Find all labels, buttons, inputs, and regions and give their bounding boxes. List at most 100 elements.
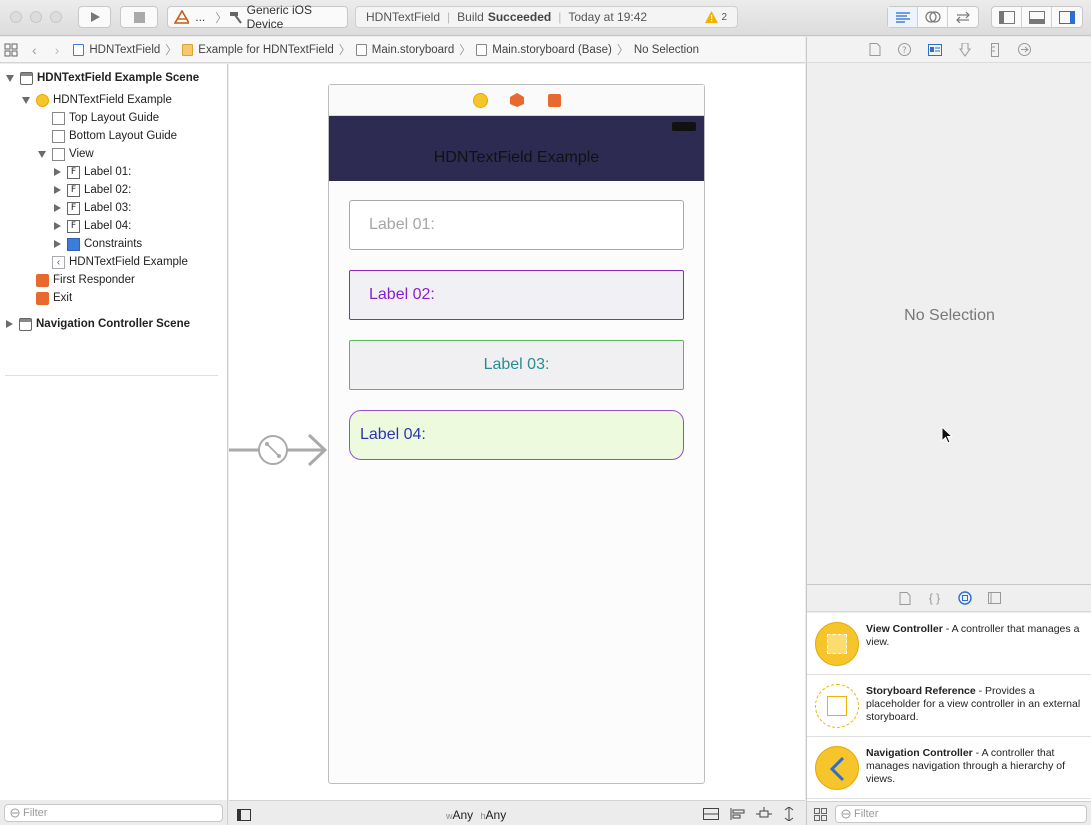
tab-identity-inspector[interactable] [920, 43, 950, 56]
tab-file-templates[interactable] [890, 591, 920, 605]
disclosure-closed-icon[interactable] [54, 222, 61, 230]
text-field-label-04[interactable]: Label 04: [349, 410, 684, 460]
outline-item-view[interactable]: View [38, 145, 94, 163]
battery-icon [672, 122, 696, 131]
size-class-selector[interactable]: wAny hAny [446, 808, 506, 822]
tab-size-inspector[interactable] [980, 42, 1010, 57]
breadcrumb-storyboard-base[interactable]: Main.storyboard (Base) [476, 43, 612, 56]
library-item-view-controller[interactable]: View Controller - A controller that mana… [807, 613, 1091, 675]
assistant-editor-button[interactable] [918, 7, 948, 27]
tab-code-snippets[interactable]: { } [920, 591, 950, 605]
tab-media-library[interactable] [980, 592, 1010, 604]
breadcrumb-storyboard[interactable]: Main.storyboard [355, 43, 454, 56]
related-items-icon[interactable] [4, 43, 18, 57]
outline-item-label: Top Layout Guide [69, 112, 160, 124]
scene-icon [20, 71, 33, 85]
stop-button[interactable] [120, 6, 158, 28]
play-icon [90, 12, 100, 22]
library-tab-bar: { } [807, 584, 1091, 612]
pin-icon[interactable] [756, 807, 772, 821]
library-item-storyboard-reference[interactable]: Storyboard Reference - Provides a placeh… [807, 675, 1091, 737]
media-library-icon [988, 592, 1001, 604]
outline-item-first-responder[interactable]: First Responder [36, 271, 135, 289]
outline-item-constraints[interactable]: Constraints [54, 235, 142, 253]
close-window-button[interactable] [10, 11, 22, 23]
view-controller-scene[interactable]: HDNTextField Example Label 01: Label 02:… [328, 84, 705, 784]
outline-item-nav-item[interactable]: ‹ HDNTextField Example [52, 253, 188, 271]
outline-item-bottom-layout-guide[interactable]: Bottom Layout Guide [52, 127, 177, 145]
library-item-text: Navigation Controller - A controller tha… [866, 747, 1084, 786]
exit-icon[interactable] [548, 94, 561, 107]
text-field-label-01[interactable]: Label 01: [349, 200, 684, 250]
outline-item-label-02[interactable]: F Label 02: [54, 181, 131, 199]
breadcrumb-group[interactable]: Example for HDNTextField [182, 43, 334, 56]
version-editor-icon [956, 11, 970, 23]
debug-toggle-button[interactable] [1022, 7, 1052, 27]
outline-item-label-03[interactable]: F Label 03: [54, 199, 131, 217]
outline-item-nav-scene[interactable]: Navigation Controller Scene [6, 315, 190, 333]
library-item-navigation-controller[interactable]: Navigation Controller - A controller tha… [807, 737, 1091, 799]
text-field-icon: F [67, 165, 80, 179]
view-controller-icon[interactable] [473, 93, 488, 108]
tab-quick-help[interactable]: ? [890, 43, 920, 56]
minimize-window-button[interactable] [30, 11, 42, 23]
stack-icon[interactable] [703, 808, 719, 820]
disclosure-closed-icon[interactable] [54, 186, 61, 194]
outline-item-top-layout-guide[interactable]: Top Layout Guide [52, 109, 159, 127]
resolve-issues-icon[interactable] [782, 807, 796, 821]
library-filter-input[interactable]: Filter [835, 805, 1087, 823]
tab-attributes-inspector[interactable] [950, 42, 980, 57]
outline-item-exit[interactable]: Exit [36, 289, 72, 307]
outline-item-example-scene[interactable]: HDNTextField Example Scene [6, 69, 199, 87]
disclosure-closed-icon[interactable] [54, 168, 61, 176]
outline-item-label: HDNTextField Example [69, 256, 188, 268]
activity-divider: | [447, 10, 451, 24]
warning-indicator[interactable]: 2 [705, 11, 727, 23]
disclosure-closed-icon[interactable] [54, 240, 61, 248]
utilities-toggle-button[interactable] [1052, 7, 1082, 27]
tab-object-library[interactable] [950, 591, 980, 605]
outline-toggle-icon[interactable] [237, 809, 251, 821]
forward-arrow-icon[interactable]: › [55, 42, 60, 58]
outline-item-label: Label 04: [84, 220, 132, 232]
outline-item-label: Label 01: [84, 166, 132, 178]
run-button[interactable] [78, 6, 111, 28]
nav-title: HDNTextField Example [433, 149, 600, 166]
disclosure-closed-icon[interactable] [54, 204, 61, 212]
outline-filter-input[interactable]: Filter [4, 804, 223, 822]
segue-arrow[interactable] [229, 428, 329, 472]
disclosure-open-icon[interactable] [22, 96, 30, 104]
back-arrow-icon[interactable]: ‹ [32, 42, 37, 58]
scheme-selector[interactable]: ... 〉 Generic iOS Device [167, 3, 348, 31]
disclosure-closed-icon[interactable] [6, 320, 13, 328]
text-field-label-03[interactable]: Label 03: [349, 340, 684, 390]
standard-editor-button[interactable] [888, 7, 918, 27]
help-icon: ? [898, 43, 911, 56]
outline-item-label-04[interactable]: F Label 04: [54, 217, 131, 235]
navigator-toggle-button[interactable] [992, 7, 1022, 27]
tab-connections-inspector[interactable] [1010, 43, 1040, 56]
outline-item-view-controller[interactable]: HDNTextField Example [22, 91, 172, 109]
disclosure-open-icon[interactable] [38, 150, 46, 158]
outline-item-label-01[interactable]: F Label 01: [54, 163, 131, 181]
disclosure-open-icon[interactable] [6, 74, 14, 82]
library-item-title: View Controller [866, 623, 943, 635]
text-field-label-02[interactable]: Label 02: [349, 270, 684, 320]
inspector-tab-bar: ? [807, 37, 1091, 63]
zoom-window-button[interactable] [50, 11, 62, 23]
tab-file-inspector[interactable] [860, 43, 890, 56]
outline-item-label: Constraints [84, 238, 143, 250]
text-field-label: Label 04: [360, 426, 426, 443]
breadcrumb-project[interactable]: HDNTextField [73, 43, 160, 56]
outline-item-label: HDNTextField Example Scene [37, 72, 200, 84]
jump-bar: ‹ › HDNTextField 〉 Example for HDNTextFi… [0, 37, 805, 63]
attributes-icon [958, 42, 971, 57]
outline-item-label: Navigation Controller Scene [36, 318, 191, 330]
toolbar: ... 〉 Generic iOS Device HDNTextField | … [0, 0, 1091, 36]
text-field-label: Label 03: [483, 356, 550, 373]
grid-view-icon[interactable] [814, 808, 827, 821]
first-responder-icon[interactable] [510, 93, 524, 107]
align-icon[interactable] [730, 808, 746, 820]
version-editor-button[interactable] [948, 7, 978, 27]
breadcrumb-selection[interactable]: No Selection [634, 44, 699, 56]
